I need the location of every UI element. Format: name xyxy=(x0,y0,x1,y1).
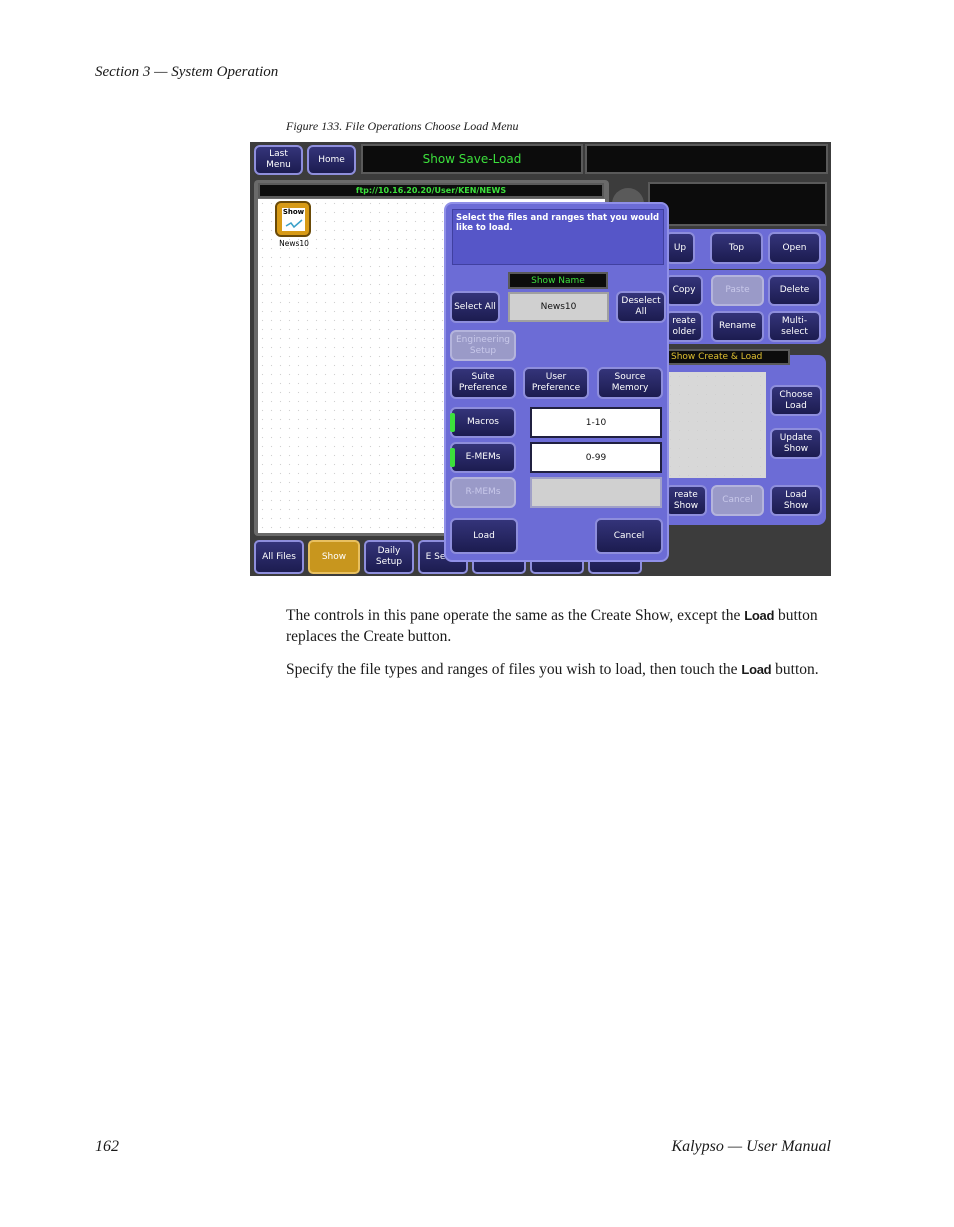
create-show-button[interactable]: reate Show xyxy=(665,485,707,516)
load-show-button[interactable]: Load Show xyxy=(770,485,822,516)
rmems-button[interactable]: R-MEMs xyxy=(450,477,516,508)
show-name-field[interactable]: News10 xyxy=(508,292,609,322)
paste-button[interactable]: Paste xyxy=(711,275,764,306)
select-all-button[interactable]: Select All xyxy=(450,291,500,323)
load-keyword: Load xyxy=(744,608,775,623)
screenshot-figure: Last Menu Home Show Save-Load ftp://10.1… xyxy=(250,142,831,576)
engineering-setup-button[interactable]: Engineering Setup xyxy=(450,330,516,361)
macros-button[interactable]: Macros xyxy=(450,407,516,438)
paragraph-2-text-b: button. xyxy=(775,661,819,678)
tab-show[interactable]: Show xyxy=(308,540,360,574)
last-menu-button[interactable]: Last Menu xyxy=(254,145,303,175)
choose-load-button[interactable]: Choose Load xyxy=(770,385,822,416)
section-header: Section 3 — System Operation xyxy=(95,64,279,80)
path-bar: ftp://10.16.20.20/User/KEN/NEWS xyxy=(258,183,604,198)
macros-range-field[interactable]: 1-10 xyxy=(530,407,662,438)
create-folder-button[interactable]: reate older xyxy=(665,311,703,342)
tab-all-files[interactable]: All Files xyxy=(254,540,304,574)
status-bar xyxy=(585,144,828,174)
load-dialog: Select the files and ranges that you wou… xyxy=(444,202,669,562)
show-name-label: Show Name xyxy=(508,272,608,289)
paragraph-2-text-a: Specify the file types and ranges of fil… xyxy=(286,661,738,678)
copy-button[interactable]: Copy xyxy=(665,275,703,306)
cancel-show-button[interactable]: Cancel xyxy=(711,485,764,516)
rmems-range-field[interactable] xyxy=(530,477,662,508)
rename-button[interactable]: Rename xyxy=(711,311,764,342)
delete-button[interactable]: Delete xyxy=(768,275,821,306)
paragraph-2: Specify the file types and ranges of fil… xyxy=(286,659,831,680)
page-number: 162 xyxy=(95,1138,119,1155)
up-button[interactable]: Up xyxy=(665,232,695,264)
emems-range-field[interactable]: 0-99 xyxy=(530,442,662,473)
manual-title: Kalypso — User Manual xyxy=(671,1138,831,1155)
top-button[interactable]: Top xyxy=(710,232,763,264)
menu-title: Show Save-Load xyxy=(361,144,583,174)
figure-caption: Figure 133. File Operations Choose Load … xyxy=(286,119,519,133)
info-display xyxy=(648,182,827,226)
emems-button[interactable]: E-MEMs xyxy=(450,442,516,473)
show-file-icon[interactable]: Show xyxy=(275,201,311,237)
user-preference-button[interactable]: User Preference xyxy=(523,367,589,399)
load-keyword: Load xyxy=(741,662,772,677)
suite-preference-button[interactable]: Suite Preference xyxy=(450,367,516,399)
paragraph-1-text-a: The controls in this pane operate the sa… xyxy=(286,607,741,624)
multi-select-button[interactable]: Multi- select xyxy=(768,311,821,342)
cancel-button[interactable]: Cancel xyxy=(595,518,663,554)
update-show-button[interactable]: Update Show xyxy=(770,428,822,459)
open-button[interactable]: Open xyxy=(768,232,821,264)
checkmark-icon xyxy=(285,219,303,229)
tab-daily-setup[interactable]: Daily Setup xyxy=(364,540,414,574)
file-name: News10 xyxy=(279,239,309,248)
source-memory-button[interactable]: Source Memory xyxy=(597,367,663,399)
show-panel-title: Show Create & Load xyxy=(666,349,790,365)
paragraph-1: The controls in this pane operate the sa… xyxy=(286,605,831,647)
home-button[interactable]: Home xyxy=(307,145,356,175)
show-preview xyxy=(666,372,766,478)
dialog-prompt: Select the files and ranges that you wou… xyxy=(452,209,664,265)
load-button[interactable]: Load xyxy=(450,518,518,554)
deselect-all-button[interactable]: Deselect All xyxy=(616,291,666,323)
